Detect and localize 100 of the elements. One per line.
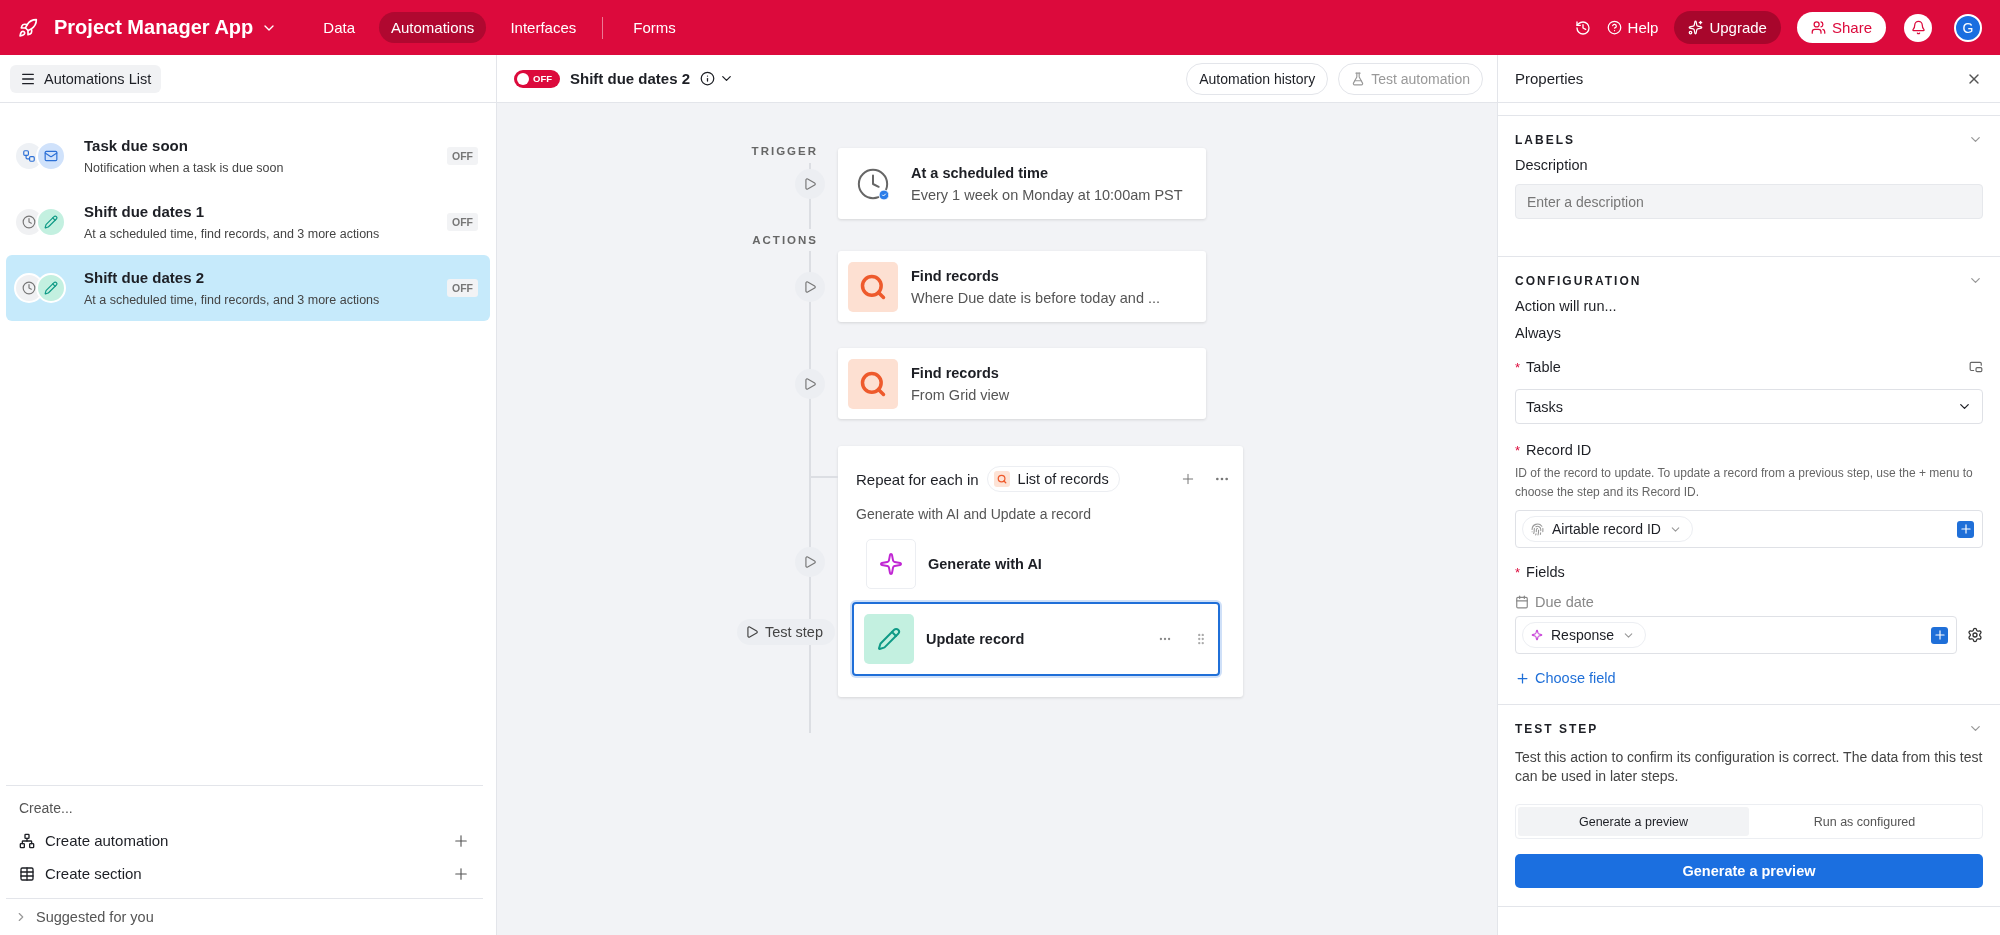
step-card[interactable]: Generate with AI [856, 536, 1216, 592]
required-mark: * [1515, 564, 1521, 580]
play-icon [803, 176, 817, 191]
history-icon[interactable] [1574, 19, 1591, 36]
nav-tab[interactable]: Data [311, 12, 367, 43]
bell-icon [1910, 20, 1926, 35]
automation-description: Notification when a task is due soon [84, 161, 285, 175]
play-button[interactable] [795, 547, 825, 577]
calendar-icon [1515, 595, 1529, 609]
table-select[interactable]: Tasks [1515, 389, 1983, 424]
play-button[interactable] [795, 271, 825, 302]
card-subtitle: Every 1 week on Monday at 10:00am PST [911, 186, 1183, 203]
nav-tab[interactable]: Automations [379, 12, 487, 43]
automation-item[interactable]: Shift due dates 2 At a scheduled time, find records, and 3 more actions OFF [6, 255, 490, 321]
field-name: Due date [1535, 594, 1594, 610]
help-button[interactable]: Help [1598, 13, 1667, 42]
automation-toggle[interactable]: OFF [514, 69, 560, 88]
run-condition: Always [1515, 325, 1562, 341]
people-icon [1810, 20, 1826, 35]
field-label: Fields [1526, 564, 1566, 580]
automation-name: Task due soon [84, 137, 189, 154]
nav-tab[interactable]: Forms [621, 12, 688, 43]
card-title: At a scheduled time [911, 164, 1049, 181]
record-id-field[interactable]: Airtable record ID [1515, 510, 1983, 548]
field-label: Description [1515, 157, 1589, 173]
automation-history-button[interactable]: Automation history [1186, 62, 1329, 95]
status-tag: OFF [447, 279, 478, 297]
action-card[interactable]: Find records Where Due date is before today and ... [838, 251, 1206, 322]
description-input[interactable]: Enter a description [1515, 184, 1983, 219]
step-title: Generate with AI [928, 556, 1043, 572]
add-button[interactable] [1931, 626, 1948, 644]
automation-title: Shift due dates 2 [570, 70, 691, 87]
help-text: ID of the record to update. To update a record from a previous step, use the + menu to choose the step and its Record ID. [1515, 465, 1974, 501]
required-mark: * [1515, 442, 1521, 458]
plus-icon [1932, 628, 1947, 642]
settings-icon[interactable] [1967, 627, 1983, 643]
test-step-button[interactable]: Test step [736, 619, 835, 645]
search-icon [848, 261, 898, 312]
sparkles-icon [1688, 20, 1704, 35]
table-icon [19, 865, 35, 882]
share-button[interactable]: Share [1796, 12, 1886, 43]
sparkle-icon [1531, 629, 1543, 641]
play-icon [803, 376, 817, 391]
upgrade-button[interactable]: Upgrade [1674, 11, 1781, 44]
pencil-icon [864, 614, 914, 664]
field-label: Record ID [1526, 442, 1593, 458]
automation-name: Shift due dates 2 [84, 269, 206, 286]
automations-list-button[interactable]: Automations List [10, 64, 162, 93]
card-subtitle: Where Due date is before today and ... [911, 289, 1161, 306]
search-icon [993, 471, 1010, 487]
repeat-description: Generate with AI and Update a record [856, 506, 1093, 522]
avatar[interactable]: G [1954, 13, 1982, 42]
status-tag: OFF [447, 147, 478, 165]
play-button[interactable] [795, 168, 825, 199]
mode-tab[interactable]: Generate a preview [1518, 807, 1749, 836]
panel-icon[interactable] [1969, 360, 1983, 374]
section-heading: CONFIGURATION [1515, 273, 1642, 288]
play-button[interactable] [795, 368, 825, 399]
create-heading: Create... [19, 800, 74, 816]
flask-icon [1351, 71, 1366, 86]
pencil-icon [36, 273, 66, 303]
required-mark: * [1515, 359, 1521, 375]
step-card[interactable]: Update record [852, 602, 1220, 676]
field-label: Action will run... [1515, 298, 1618, 314]
panel-title: Properties [1515, 70, 1584, 87]
generate-preview-button[interactable]: Generate a preview [1515, 854, 1983, 888]
section-heading: TEST STEP [1515, 721, 1599, 736]
test-description: Test this action to confirm its configuration is correct. The data from this test can be used in later steps. [1515, 748, 1983, 786]
action-card[interactable]: Find records From Grid view [838, 348, 1206, 419]
play-icon [744, 625, 759, 639]
card-title: Find records [911, 364, 1000, 381]
trigger-card[interactable]: At a scheduled time Every 1 week on Monday at 10:00am PST [838, 148, 1206, 219]
automation-icon [19, 832, 35, 849]
info-icon[interactable] [700, 71, 716, 86]
play-icon [803, 555, 817, 569]
create-item[interactable]: Create automation [45, 832, 442, 849]
automation-description: At a scheduled time, find records, and 3 more actions [84, 293, 381, 307]
notifications-button[interactable] [1904, 13, 1932, 42]
card-title: Find records [911, 267, 1000, 284]
plus-icon [1958, 522, 1973, 536]
automation-name: Shift due dates 1 [84, 203, 206, 220]
automation-description: At a scheduled time, find records, and 3 more actions [84, 227, 381, 241]
automation-item[interactable]: Shift due dates 1 At a scheduled time, find records, and 3 more actions OFF [6, 189, 490, 255]
status-tag: OFF [447, 213, 478, 231]
choose-field-link[interactable]: Choose field [1515, 670, 1983, 686]
section-heading: LABELS [1515, 132, 1575, 147]
play-icon [803, 279, 817, 294]
plus-icon[interactable] [1180, 471, 1196, 487]
add-button[interactable] [1957, 520, 1974, 538]
repeat-label: Repeat for each in [856, 470, 979, 488]
rocket-icon [18, 17, 38, 38]
card-subtitle: From Grid view [911, 386, 1010, 403]
sparkle-icon [866, 539, 916, 589]
field-value[interactable]: Response [1515, 616, 1957, 654]
fingerprint-icon [1531, 522, 1544, 536]
nav-tab[interactable]: Interfaces [498, 12, 589, 43]
create-item[interactable]: Create section [45, 865, 442, 882]
automation-item[interactable]: Task due soon Notification when a task is due soon OFF [6, 123, 490, 189]
app-name[interactable]: Project Manager App [54, 16, 254, 39]
suggested-link[interactable]: Suggested for you [36, 909, 154, 925]
